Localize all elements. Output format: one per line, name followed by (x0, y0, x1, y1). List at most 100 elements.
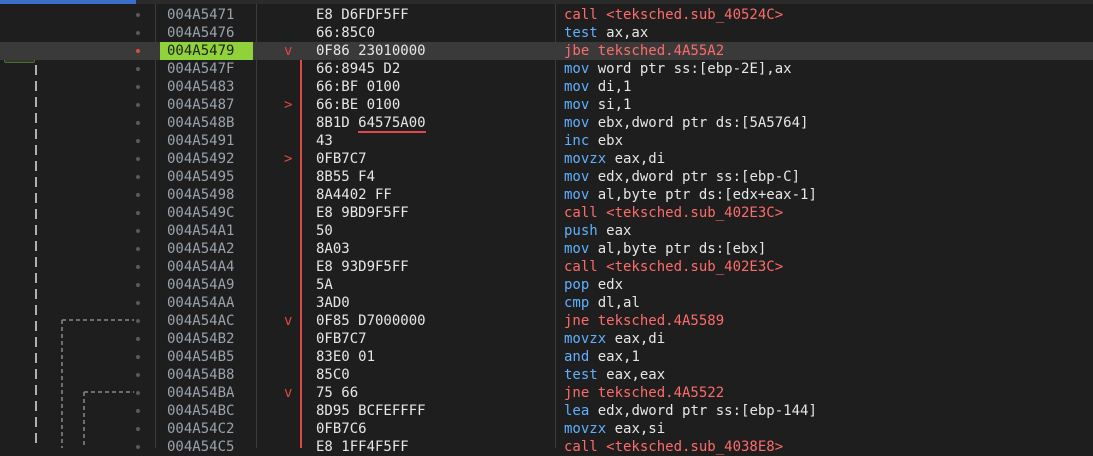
opcode-bytes: 5A (316, 277, 333, 293)
disasm-row[interactable]: 004A54A1 50 push eax (0, 222, 1093, 240)
breakpoint-marker[interactable] (136, 193, 140, 197)
breakpoint-marker[interactable] (136, 355, 140, 359)
address: 004A54BA (167, 385, 235, 401)
breakpoint-marker[interactable] (136, 265, 140, 269)
breakpoint-marker[interactable] (136, 175, 140, 179)
opcode-bytes: 50 (316, 223, 333, 239)
address: 004A548B (167, 115, 235, 131)
opcode-bytes: 0F86 23010000 (316, 43, 426, 59)
breakpoint-marker[interactable] (136, 139, 140, 143)
opcode-bytes: 8D95 BCFEFFFF (316, 403, 426, 419)
address: 004A5491 (167, 133, 235, 149)
disasm-row[interactable]: 004A54AC v 0F85 D7000000 jne teksched.4A558… (0, 312, 1093, 330)
disasm-row[interactable]: 004A5498 8A4402 FF mov al,byte ptr ds:[edx… (0, 186, 1093, 204)
address: 004A54BC (167, 403, 235, 419)
disasm-row[interactable]: 004A54B5 83E0 01 and eax,1 (0, 348, 1093, 366)
breakpoint-marker[interactable] (136, 283, 140, 287)
breakpoint-marker[interactable] (136, 103, 140, 107)
opcode-bytes: 66:BE 0100 (316, 97, 401, 113)
disassembly-listing[interactable]: 004A5471 E8 D6FDF5FF call <teksched.sub_40… (0, 6, 1093, 456)
instruction: jne teksched.4A5522 (564, 385, 725, 401)
opcode-bytes: 0FB7C6 (316, 421, 367, 437)
disasm-row[interactable]: 004A5487 >66:BE 0100 mov si,1 (0, 96, 1093, 114)
disasm-row[interactable]: 004A547F 66:8945 D2 mov word ptr ss:[ebp-2… (0, 60, 1093, 78)
disasm-row[interactable]: 004A5476 66:85C0 test ax,ax (0, 24, 1093, 42)
breakpoint-marker[interactable] (136, 31, 140, 35)
breakpoint-marker[interactable] (136, 49, 140, 53)
opcode-bytes: 85C0 (316, 367, 350, 383)
breakpoint-marker[interactable] (136, 121, 140, 125)
opcode-bytes: 75 66 (316, 385, 359, 401)
breakpoint-marker[interactable] (136, 301, 140, 305)
address: 004A54AC (167, 313, 235, 329)
disasm-row[interactable]: 004A5492 >0FB7C7 movzx eax,di (0, 150, 1093, 168)
disasm-row[interactable]: 004A5495 8B55 F4 mov edx,dword ptr ss:[ebp… (0, 168, 1093, 186)
breakpoint-marker[interactable] (136, 373, 140, 377)
instruction: mov word ptr ss:[ebp-2E],ax (564, 61, 792, 77)
disasm-row[interactable]: 004A54A4 E8 93D9F5FF call <teksched.sub_40… (0, 258, 1093, 276)
instruction: call <teksched.sub_4038E8> (564, 439, 784, 455)
jump-down-icon: v (284, 43, 293, 59)
disasm-row[interactable]: 004A5483 66:BF 0100 mov di,1 (0, 78, 1093, 96)
opcode-bytes: 43 (316, 133, 333, 149)
address: 004A54C5 (167, 439, 235, 455)
opcode-bytes: 8B1D 64575A00 (316, 115, 426, 133)
breakpoint-marker[interactable] (136, 157, 140, 161)
address: 004A5492 (167, 151, 235, 167)
instruction: mov edx,dword ptr ss:[ebp-C] (564, 169, 801, 185)
breakpoint-marker[interactable] (136, 391, 140, 395)
instruction: jne teksched.4A5589 (564, 313, 725, 329)
disasm-row[interactable]: 004A549C E8 9BD9F5FF call <teksched.sub_40… (0, 204, 1093, 222)
address: 004A5471 (167, 7, 235, 23)
disasm-row[interactable]: 004A54C2 0FB7C6 movzx eax,si (0, 420, 1093, 438)
disasm-row[interactable]: 004A54A2 8A03 mov al,byte ptr ds:[ebx] (0, 240, 1093, 258)
instruction: test eax,eax (564, 367, 666, 383)
breakpoint-marker[interactable] (136, 67, 140, 71)
breakpoint-marker[interactable] (136, 427, 140, 431)
opcode-bytes: E8 1FF4F5FF (316, 439, 409, 455)
breakpoint-marker[interactable] (136, 211, 140, 215)
jump-target-icon: > (284, 151, 293, 167)
breakpoint-marker[interactable] (136, 247, 140, 251)
opcode-bytes: 66:8945 D2 (316, 61, 401, 77)
breakpoint-marker[interactable] (136, 85, 140, 89)
address: 004A5483 (167, 79, 235, 95)
breakpoint-marker[interactable] (136, 319, 140, 323)
opcode-bytes: 8A03 (316, 241, 350, 257)
disasm-row[interactable]: 004A54BC 8D95 BCFEFFFF lea edx,dword ptr s… (0, 402, 1093, 420)
breakpoint-marker[interactable] (136, 13, 140, 17)
instruction: mov al,byte ptr ds:[edx+eax-1] (564, 187, 817, 203)
instruction: and eax,1 (564, 349, 640, 365)
breakpoint-marker[interactable] (136, 229, 140, 233)
address: 004A5487 (167, 97, 235, 113)
instruction: test ax,ax (564, 25, 649, 41)
disasm-row[interactable]: 004A5479 v 0F86 23010000 jbe teksched.4A55A… (0, 42, 1093, 60)
breakpoint-marker[interactable] (136, 445, 140, 449)
breakpoint-marker[interactable] (136, 409, 140, 413)
disasm-row[interactable]: 004A54AA 3AD0 cmp dl,al (0, 294, 1093, 312)
instruction: push eax (564, 223, 632, 239)
disasm-row[interactable]: 004A54A9 5A pop edx (0, 276, 1093, 294)
disasm-row[interactable]: 004A54B8 85C0 test eax,eax (0, 366, 1093, 384)
disasm-row[interactable]: 004A54B2 0FB7C7 movzx eax,di (0, 330, 1093, 348)
opcode-bytes: 66:BF 0100 (316, 79, 401, 95)
disasm-row[interactable]: 004A54BA v 75 66 jne teksched.4A5522 (0, 384, 1093, 402)
opcode-bytes: 0FB7C7 (316, 331, 367, 347)
disasm-row[interactable]: 004A548B 8B1D 64575A00 mov ebx,dword ptr d… (0, 114, 1093, 133)
instruction: mov si,1 (564, 97, 632, 113)
address: 004A5498 (167, 187, 235, 203)
address: 004A54AA (167, 295, 235, 311)
opcode-bytes: E8 93D9F5FF (316, 259, 409, 275)
address: 004A5476 (167, 25, 235, 41)
instruction: mov di,1 (564, 79, 632, 95)
opcode-bytes: 66:85C0 (316, 25, 376, 41)
breakpoint-marker[interactable] (136, 337, 140, 341)
jump-down-icon: v (284, 385, 293, 401)
address: 004A54A4 (167, 259, 235, 275)
disasm-row[interactable]: 004A54C5 E8 1FF4F5FF call <teksched.sub_40… (0, 438, 1093, 456)
address: 004A54B5 (167, 349, 235, 365)
address: 004A54A9 (167, 277, 235, 293)
instruction: movzx eax,di (564, 151, 666, 167)
disasm-row[interactable]: 004A5491 43 inc ebx (0, 132, 1093, 150)
disasm-row[interactable]: 004A5471 E8 D6FDF5FF call <teksched.sub_40… (0, 6, 1093, 24)
